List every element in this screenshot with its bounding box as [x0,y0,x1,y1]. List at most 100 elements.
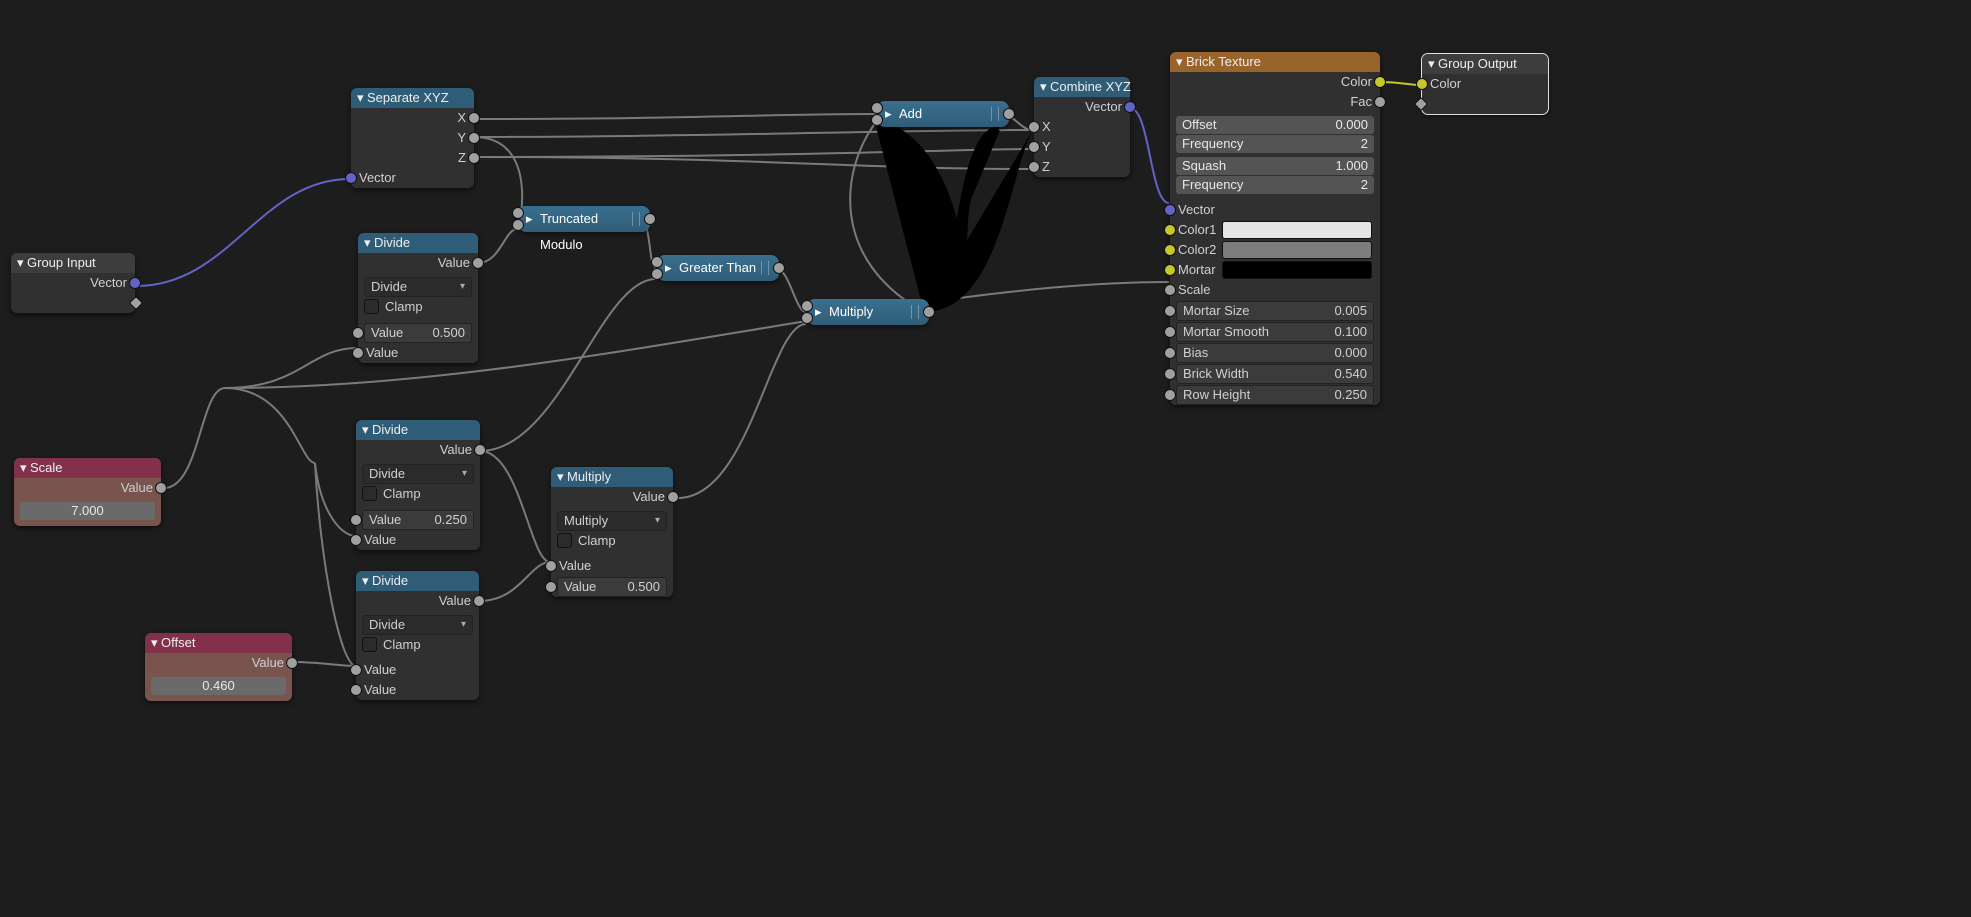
node-header[interactable]: ▾Divide [356,420,480,440]
float-socket[interactable] [350,664,362,676]
node-group-output[interactable]: ▾Group Output Color [1422,54,1548,114]
node-header[interactable]: ▾Combine XYZ [1034,77,1130,97]
float-socket[interactable] [651,268,663,280]
node-header[interactable]: ▾Offset [145,633,292,653]
float-socket[interactable] [350,534,362,546]
float-socket[interactable] [1374,96,1386,108]
node-header[interactable]: ▾Group Output [1422,54,1548,74]
float-socket[interactable] [871,102,883,114]
node-header[interactable]: ▾Separate XYZ [351,88,474,108]
value-field[interactable]: Value0.500 [557,577,667,597]
clamp-checkbox[interactable]: Clamp [364,297,472,316]
node-add[interactable]: ▸ Add [877,101,1009,127]
clamp-checkbox[interactable]: Clamp [362,635,473,654]
float-socket[interactable] [1164,305,1176,317]
float-socket[interactable] [1164,368,1176,380]
node-separate-xyz[interactable]: ▾Separate XYZ X Y Z Vector [351,88,474,188]
value-field[interactable]: Mortar Smooth0.100 [1176,322,1374,342]
color-socket[interactable] [1164,224,1176,236]
float-socket[interactable] [350,684,362,696]
value-field[interactable]: Brick Width0.540 [1176,364,1374,384]
float-socket[interactable] [651,256,663,268]
float-socket[interactable] [667,491,679,503]
color-socket[interactable] [1374,76,1386,88]
value-field[interactable]: Value0.500 [364,323,472,343]
float-socket[interactable] [286,657,298,669]
offset-field[interactable]: Offset0.000 [1176,116,1374,134]
node-header[interactable]: ▾Divide [356,571,479,591]
node-header[interactable]: ▾Divide [358,233,478,253]
frequency2-field[interactable]: Frequency2 [1176,176,1374,194]
clamp-checkbox[interactable]: Clamp [362,484,474,503]
value-field[interactable]: 0.460 [151,677,286,695]
float-socket[interactable] [512,207,524,219]
value-field[interactable]: Row Height0.250 [1176,385,1374,405]
float-socket[interactable] [473,595,485,607]
float-socket[interactable] [1003,108,1015,120]
float-socket[interactable] [545,560,557,572]
node-brick-texture[interactable]: ▾Brick Texture Color Fac Offset0.000 Fre… [1170,52,1380,405]
value-field[interactable]: Bias0.000 [1176,343,1374,363]
float-socket[interactable] [871,114,883,126]
float-socket[interactable] [801,312,813,324]
float-socket[interactable] [1028,121,1040,133]
clamp-checkbox[interactable]: Clamp [557,531,667,550]
node-header[interactable]: ▾Group Input [11,253,135,273]
float-socket[interactable] [1164,326,1176,338]
virtual-socket[interactable] [1414,97,1428,111]
node-truncated-modulo[interactable]: ▸ Truncated Modulo [518,206,650,232]
value-field[interactable]: 7.000 [20,502,155,520]
color1-swatch[interactable] [1222,221,1372,239]
float-socket[interactable] [468,112,480,124]
float-socket[interactable] [801,300,813,312]
float-socket[interactable] [545,581,557,593]
float-socket[interactable] [350,514,362,526]
color-socket[interactable] [1416,78,1428,90]
float-socket[interactable] [474,444,486,456]
float-socket[interactable] [644,213,656,225]
color-socket[interactable] [1164,244,1176,256]
node-divide-2[interactable]: ▾Divide Value Divide Clamp Value0.250 Va… [356,420,480,550]
float-socket[interactable] [352,347,364,359]
frequency1-field[interactable]: Frequency2 [1176,135,1374,153]
node-divide-3[interactable]: ▾Divide Value Divide Clamp Value Value [356,571,479,700]
vector-socket[interactable] [1124,101,1136,113]
float-socket[interactable] [773,262,785,274]
float-socket[interactable] [923,306,935,318]
node-header[interactable]: ▾Multiply [551,467,673,487]
float-socket[interactable] [352,327,364,339]
node-multiply[interactable]: ▾Multiply Value Multiply Clamp Value Val… [551,467,673,597]
color2-swatch[interactable] [1222,241,1372,259]
float-socket[interactable] [1028,141,1040,153]
node-multiply-collapsed[interactable]: ▸ Multiply [807,299,929,325]
vector-socket[interactable] [345,172,357,184]
float-socket[interactable] [1164,389,1176,401]
node-offset[interactable]: ▾Offset Value 0.460 [145,633,292,701]
node-header[interactable]: ▾Scale [14,458,161,478]
operation-select[interactable]: Divide [362,464,474,484]
value-field[interactable]: Mortar Size0.005 [1176,301,1374,321]
vector-socket[interactable] [1164,204,1176,216]
float-socket[interactable] [468,152,480,164]
float-socket[interactable] [155,482,167,494]
node-combine-xyz[interactable]: ▾Combine XYZ Vector X Y Z [1034,77,1130,177]
operation-select[interactable]: Divide [362,615,473,635]
node-greater-than[interactable]: ▸ Greater Than [657,255,779,281]
node-divide-1[interactable]: ▾Divide Value Divide Clamp Value0.500 Va… [358,233,478,363]
float-socket[interactable] [1164,284,1176,296]
color-socket[interactable] [1164,264,1176,276]
virtual-socket[interactable] [129,296,143,310]
node-scale[interactable]: ▾Scale Value 7.000 [14,458,161,526]
float-socket[interactable] [1028,161,1040,173]
float-socket[interactable] [512,219,524,231]
mortar-swatch[interactable] [1222,261,1372,279]
float-socket[interactable] [1164,347,1176,359]
vector-socket[interactable] [129,277,141,289]
node-header[interactable]: ▾Brick Texture [1170,52,1380,72]
operation-select[interactable]: Multiply [557,511,667,531]
float-socket[interactable] [472,257,484,269]
float-socket[interactable] [468,132,480,144]
squash-field[interactable]: Squash1.000 [1176,157,1374,175]
node-group-input[interactable]: ▾Group Input Vector [11,253,135,313]
value-field[interactable]: Value0.250 [362,510,474,530]
